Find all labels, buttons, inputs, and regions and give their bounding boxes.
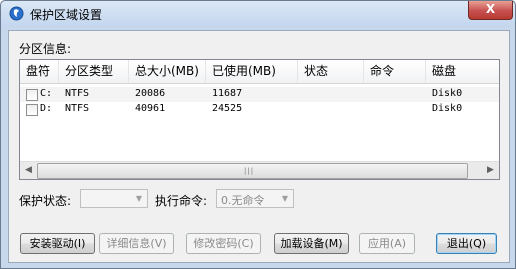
column-command[interactable]: 命令	[364, 60, 426, 83]
load-device-button[interactable]: 加载设备(M)	[274, 233, 349, 254]
change-password-button[interactable]: 修改密码(C)	[186, 233, 261, 254]
cell-disk: Disk0	[432, 103, 463, 114]
chevron-down-icon: ▼	[281, 194, 289, 203]
column-status[interactable]: 状态	[298, 60, 364, 83]
app-icon	[9, 6, 24, 21]
table-row[interactable]: C: NTFS 20086 11687 Disk0	[20, 87, 499, 102]
row-checkbox[interactable]	[26, 104, 38, 116]
title-bar[interactable]: 保护区域设置 X	[1, 1, 515, 27]
dialog-body: 分区信息: 盘符 分区类型 总大小(MB) 已使用(MB) 状态 命令 磁盘 C…	[8, 30, 510, 263]
scrollbar-thumb[interactable]: |||	[37, 163, 468, 179]
install-driver-button[interactable]: 安装驱动(I)	[20, 233, 95, 254]
cell-drive: D:	[40, 103, 53, 114]
cell-used: 24525	[212, 103, 243, 114]
protect-state-select[interactable]: ▼	[80, 189, 148, 208]
row-checkbox[interactable]	[26, 89, 38, 101]
exit-button[interactable]: 退出(Q)	[436, 233, 497, 254]
horizontal-scrollbar[interactable]: ◀ ||| ▶	[20, 161, 499, 179]
column-disk[interactable]: 磁盘	[426, 60, 499, 83]
scroll-left-icon[interactable]: ◀	[20, 162, 37, 179]
cell-total: 20086	[135, 88, 166, 99]
chevron-down-icon: ▼	[135, 194, 143, 203]
apply-button[interactable]: 应用(A)	[359, 233, 415, 254]
protect-state-label: 保护状态:	[19, 194, 72, 208]
cell-used: 11687	[212, 88, 243, 99]
grip-icon: |||	[244, 167, 255, 175]
window-title: 保护区域设置	[30, 8, 103, 22]
list-header: 盘符 分区类型 总大小(MB) 已使用(MB) 状态 命令 磁盘	[20, 60, 499, 84]
details-button[interactable]: 详细信息(V)	[99, 233, 174, 254]
exec-command-label: 执行命令:	[155, 194, 208, 208]
close-button[interactable]: X	[468, 1, 513, 20]
column-total[interactable]: 总大小(MB)	[129, 60, 206, 83]
column-used[interactable]: 已使用(MB)	[206, 60, 298, 83]
scroll-right-icon[interactable]: ▶	[482, 162, 499, 179]
close-icon: X	[485, 2, 496, 16]
cell-type: NTFS	[65, 88, 90, 99]
cell-disk: Disk0	[432, 88, 463, 99]
cell-drive: C:	[40, 88, 53, 99]
column-type[interactable]: 分区类型	[59, 60, 129, 83]
exec-command-select[interactable]: 0.无命令 ▼	[216, 189, 294, 208]
dialog-window: 保护区域设置 X 分区信息: 盘符 分区类型 总大小(MB) 已使用(MB) 状…	[0, 0, 516, 269]
partition-info-label: 分区信息:	[19, 42, 72, 56]
column-drive[interactable]: 盘符	[20, 60, 59, 83]
partition-list[interactable]: 盘符 分区类型 总大小(MB) 已使用(MB) 状态 命令 磁盘 C: NTFS…	[19, 59, 500, 180]
exec-command-value: 0.无命令	[221, 194, 265, 207]
cell-total: 40961	[135, 103, 166, 114]
table-row[interactable]: D: NTFS 40961 24525 Disk0	[20, 102, 499, 117]
cell-type: NTFS	[65, 103, 90, 114]
